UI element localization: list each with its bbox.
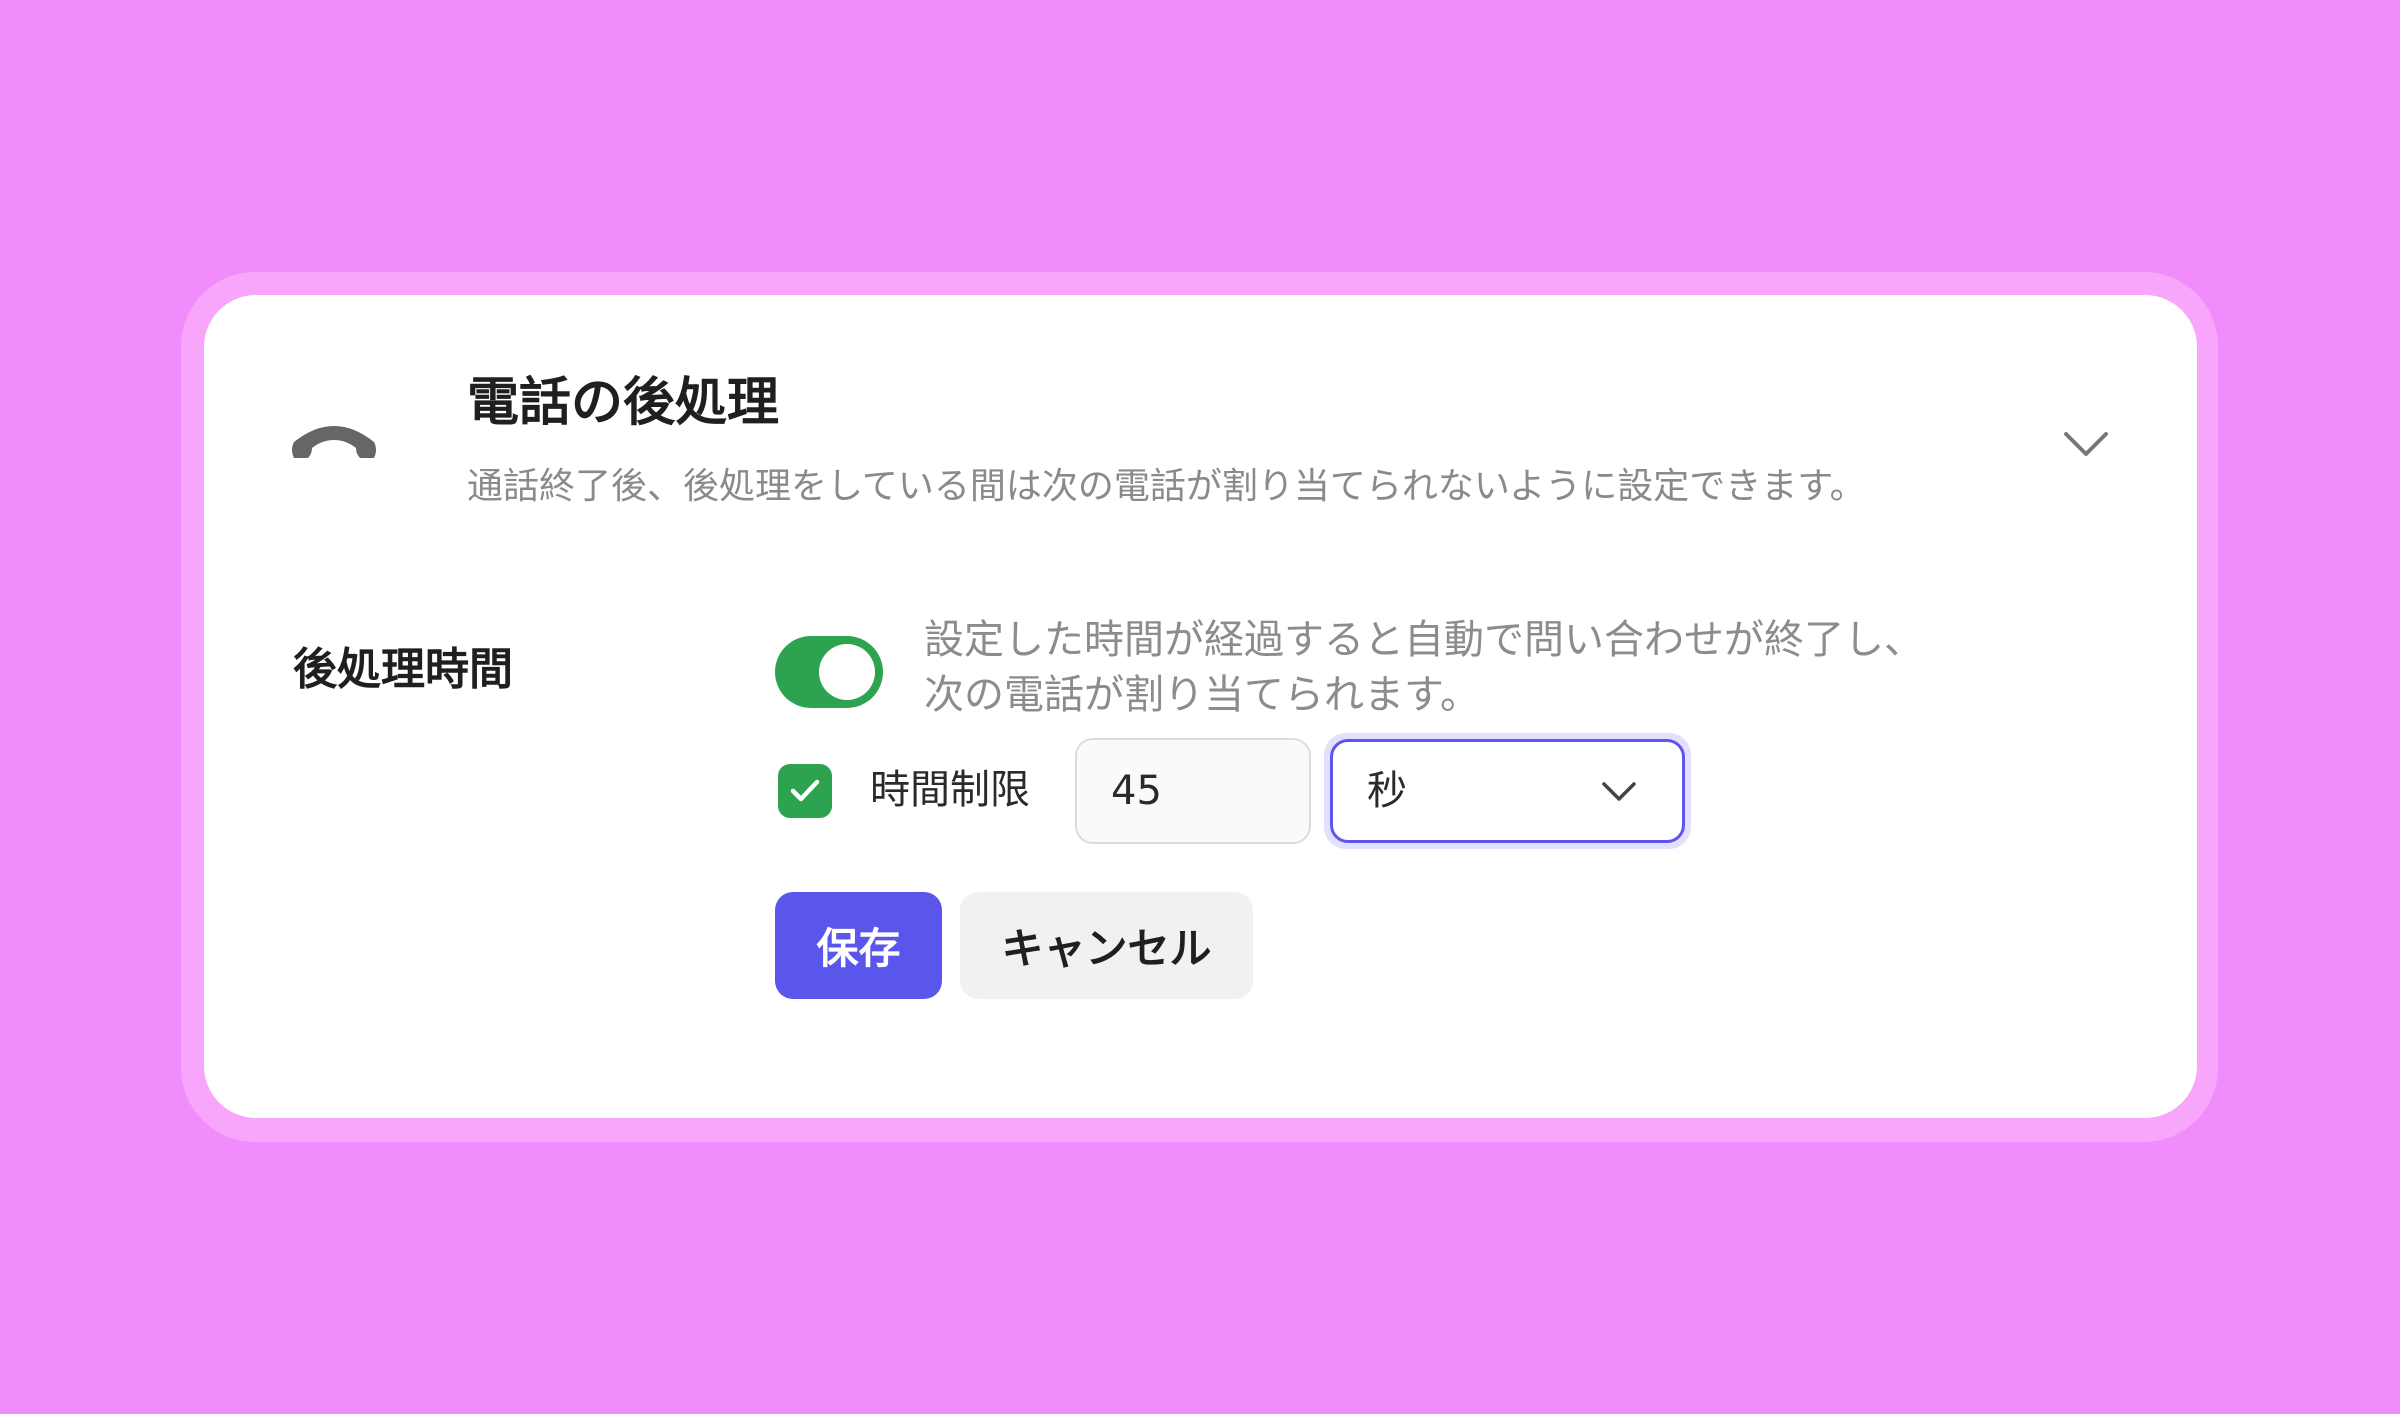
section-title: 電話の後処理 xyxy=(467,373,780,433)
checkmark-icon xyxy=(790,779,820,802)
time-limit-value-input[interactable] xyxy=(1075,738,1311,844)
toggle-description-line2: 次の電話が割り当てられます。 xyxy=(924,672,1480,718)
time-unit-select[interactable]: 秒 xyxy=(1330,739,1685,843)
toggle-description-line1: 設定した時間が経過すると自動で問い合わせが終了し、 xyxy=(924,617,1924,663)
chevron-down-icon xyxy=(2064,432,2108,456)
save-button[interactable]: 保存 xyxy=(775,892,942,999)
section-description: 通話終了後、後処理をしている間は次の電話が割り当てられないように設定できます。 xyxy=(467,466,1866,507)
phone-hangup-icon xyxy=(292,426,376,458)
cancel-button[interactable]: キャンセル xyxy=(960,892,1253,999)
toggle-knob xyxy=(819,644,875,700)
chevron-down-icon xyxy=(1602,782,1636,801)
time-limit-checkbox[interactable] xyxy=(778,764,832,818)
after-call-work-toggle[interactable] xyxy=(775,636,883,708)
toggle-description: 設定した時間が経過すると自動で問い合わせが終了し、 次の電話が割り当てられます。 xyxy=(924,613,2004,723)
time-limit-label: 時間制限 xyxy=(870,767,1030,813)
expand-toggle-button[interactable] xyxy=(2060,422,2112,466)
time-unit-value: 秒 xyxy=(1367,768,1407,814)
setting-label: 後処理時間 xyxy=(293,644,513,695)
